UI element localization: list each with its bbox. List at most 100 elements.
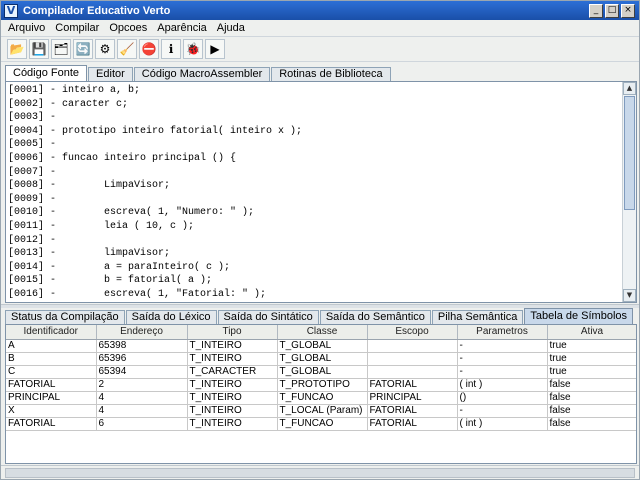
tab-output-0[interactable]: Status da Compilação [5,310,125,324]
table-row[interactable]: PRINCIPAL 4 T_INTEIRO T_FUNCAO PRINCIPAL() fa… [6,391,636,405]
title-bar[interactable]: V Compilador Educativo Verto _ □ × [1,1,639,20]
open-folder-button[interactable]: 📂 [7,39,27,59]
scroll-up-icon[interactable]: ▲ [623,82,636,95]
symbol-table: Identificador Endereço Tipo Classe Escopo Par… [5,324,637,464]
toolbar: 📂 💾 🗂 🔄 ⚙ 🧹 ⛔ ℹ 🐞 ▶ [1,37,639,62]
compile-button[interactable]: ⚙ [95,39,115,59]
tab-c-digo-fonte[interactable]: Código Fonte [5,65,88,81]
close-button[interactable]: × [621,3,635,18]
code-editor[interactable]: [0001] - inteiro a, b; [0002] - caracter … [5,81,637,303]
code-line: [0015] - b = fatorial( a ); [8,275,213,287]
info-button[interactable]: ℹ [161,39,181,59]
tab-output-2[interactable]: Saída do Sintático [217,310,319,324]
table-cell: false [547,378,636,392]
table-header-row: Identificador Endereço Tipo Classe Escopo Par… [6,325,636,340]
tab-output-1[interactable]: Saída do Léxico [125,310,217,324]
maximize-button[interactable]: □ [605,3,619,18]
table-cell: 65394 [96,365,188,379]
code-line: [0001] - inteiro a, b; [8,85,141,96]
code-line: [0002] - caracter c; [8,98,129,110]
refresh-icon: 🔄 [75,42,91,56]
code-line: [0004] - prototipo inteiro fatorial( int… [8,125,303,137]
minimize-button[interactable]: _ [589,3,603,18]
bug-button[interactable]: 🐞 [183,39,203,59]
table-cell: PRINCIPAL [367,391,458,405]
table-cell: FATORIAL [367,378,458,392]
menu-bar: Arquivo Compilar Opcoes Aparência Ajuda [1,20,639,37]
tab-c-digo-macroassembler[interactable]: Código MacroAssembler [133,67,271,81]
save-all-button[interactable]: 🗂 [51,39,71,59]
output-tabs: Status da Compilação Saída do Léxico Saída… [5,308,634,324]
run-button[interactable]: ▶ [205,39,225,59]
column-header[interactable]: Parametros [457,325,548,340]
table-cell: PRINCIPAL [6,391,97,405]
table-cell: T_GLOBAL [277,365,368,379]
column-header[interactable]: Escopo [367,325,458,340]
table-cell: T_FUNCAO [277,391,368,405]
tab-output-4[interactable]: Pilha Semântica [431,310,524,324]
tab-rotinas-de-biblioteca[interactable]: Rotinas de Biblioteca [271,67,391,81]
editor-scrollbar[interactable]: ▲ ▼ [622,82,636,302]
column-header[interactable]: Endereço [96,325,188,340]
menu-arquivo[interactable]: Arquivo [1,22,50,34]
table-cell: FATORIAL [367,417,458,431]
table-cell: T_PROTOTIPO [277,378,368,392]
table-cell: () [457,391,548,405]
table-row[interactable]: B 65396 T_INTEIRO T_GLOBAL - true [6,352,636,366]
table-row[interactable]: X 4 T_INTEIRO T_LOCAL (Param) FATORIAL - false [6,404,636,418]
tab-editor[interactable]: Editor [88,67,133,81]
table-cell: - [457,339,548,353]
source-tabs: Código Fonte Editor Código MacroAssembler R… [5,65,392,81]
clear-button[interactable]: 🧹 [117,39,137,59]
menu-aparencia[interactable]: Aparência [152,22,212,34]
stop-button[interactable]: ⛔ [139,39,159,59]
window-title: Compilador Educativo Verto [23,4,171,17]
tab-output-5[interactable]: Tabela de Símbolos [524,308,634,324]
table-cell: T_LOCAL (Param) [277,404,368,418]
table-cell: 4 [96,404,188,418]
compile-icon: ⚙ [99,42,111,56]
column-header[interactable]: Tipo [187,325,278,340]
table-cell: T_INTEIRO [187,378,278,392]
table-cell: T_INTEIRO [187,417,278,431]
info-icon: ℹ [168,42,174,56]
table-cell: 2 [96,378,188,392]
table-cell: 6 [96,417,188,431]
table-cell: 4 [96,391,188,405]
table-row[interactable]: FATORIAL 6 T_INTEIRO T_FUNCAO FATORIAL( int … [6,417,636,431]
table-cell: ( int ) [457,417,548,431]
save-button[interactable]: 💾 [29,39,49,59]
table-body: A 65398 T_INTEIRO T_GLOBAL - true B 65396 T_INTE… [6,339,636,431]
column-header[interactable]: Identificador [6,325,97,340]
refresh-button[interactable]: 🔄 [73,39,93,59]
table-row[interactable]: A 65398 T_INTEIRO T_GLOBAL - true [6,339,636,353]
table-cell: true [547,339,636,353]
table-cell: C [6,365,97,379]
tab-output-3[interactable]: Saída do Semântico [319,310,431,324]
menu-ajuda[interactable]: Ajuda [212,22,250,34]
table-cell: T_INTEIRO [187,352,278,366]
scroll-down-icon[interactable]: ▼ [623,289,636,302]
table-cell: FATORIAL [6,417,97,431]
table-row[interactable]: FATORIAL 2 T_INTEIRO T_PROTOTIPO FATORIAL( i… [6,378,636,392]
menu-opcoes[interactable]: Opcoes [104,22,152,34]
table-cell: B [6,352,97,366]
table-cell: false [547,391,636,405]
table-cell: T_GLOBAL [277,339,368,353]
table-cell: true [547,352,636,366]
table-cell: FATORIAL [367,404,458,418]
menu-compilar[interactable]: Compilar [50,22,104,34]
table-cell: 65396 [96,352,188,366]
app-logo-icon: V [4,3,18,18]
table-row[interactable]: C 65394 T_CARACTER T_GLOBAL - true [6,365,636,379]
code-line: [0016] - escreva( 1, "Fatorial: " ); [8,288,267,300]
app-window: V Compilador Educativo Verto _ □ × Arqui… [0,0,640,480]
scroll-thumb[interactable] [624,96,635,210]
column-header[interactable]: Ativa [547,325,636,340]
code-area[interactable]: [0001] - inteiro a, b; [0002] - caracter … [8,84,620,300]
column-header[interactable]: Classe [277,325,368,340]
table-cell [367,339,458,353]
table-cell: ( int ) [457,378,548,392]
code-line: [0012] - [8,234,57,246]
table-cell: FATORIAL [6,378,97,392]
